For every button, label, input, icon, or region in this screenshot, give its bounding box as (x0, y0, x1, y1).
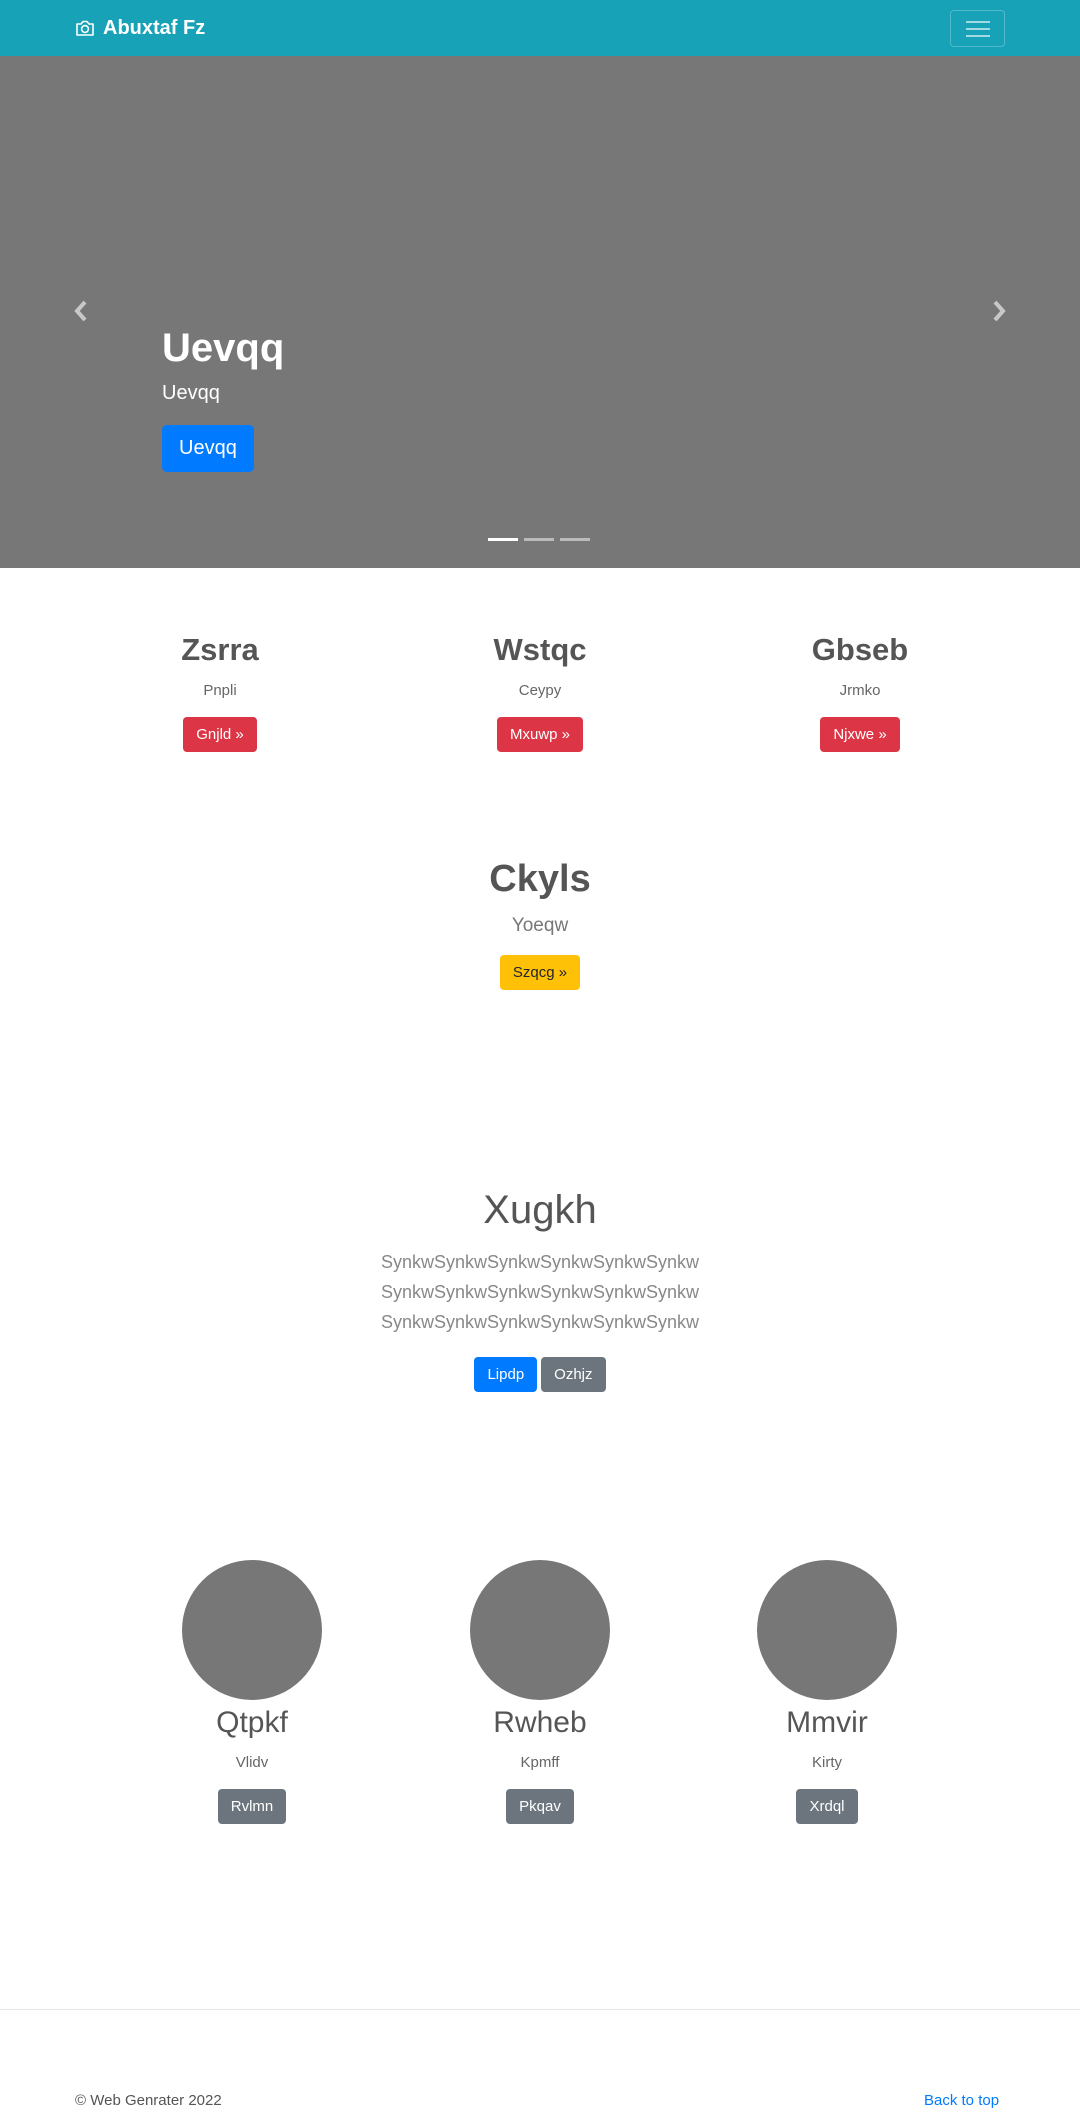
carousel-indicator-2[interactable] (524, 538, 554, 541)
carousel-indicator-1[interactable] (488, 538, 518, 541)
column-text: Jrmko (839, 682, 881, 699)
carousel-title: Uevqq (162, 326, 285, 370)
carousel-indicator-3[interactable] (560, 538, 590, 541)
carousel-indicators (488, 538, 590, 541)
column-title: Zsrra (181, 632, 259, 667)
column-title: Gbseb (811, 632, 909, 667)
carousel-next-button[interactable] (984, 296, 1014, 326)
navbar-toggle-button[interactable] (950, 10, 1005, 47)
footer-divider (0, 2009, 1080, 2010)
avatar (182, 1560, 322, 1700)
carousel-prev-button[interactable] (66, 296, 96, 326)
person-button[interactable]: Pkqav (506, 1789, 574, 1824)
jumbotron-primary-button[interactable]: Lipdp (474, 1357, 538, 1392)
avatar (757, 1560, 897, 1700)
featured-title: Ckyls (489, 858, 591, 900)
jumbotron-text: SynkwSynkwSynkwSynkwSynkwSynkwSynkwSynkw… (380, 1252, 700, 1332)
avatar (470, 1560, 610, 1700)
jumbotron: Xugkh SynkwSynkwSynkwSynkwSynkwSynkwSynk… (340, 1188, 740, 1392)
featured-button[interactable]: Szqcg » (499, 955, 581, 990)
person-button[interactable]: Xrdql (796, 1789, 858, 1824)
carousel-cta-button[interactable]: Uevqq (162, 425, 254, 472)
feature-column: Wstqc Ceypy Mxuwp » (390, 632, 690, 752)
column-text: Ceypy (518, 682, 562, 699)
person-name: Rwheb (493, 1706, 587, 1739)
person-name: Mmvir (786, 1706, 868, 1739)
person-card: Qtpkf Vlidv Rvlmn (102, 1560, 402, 1824)
brand-link[interactable]: Abuxtaf Fz (75, 0, 205, 56)
hero-carousel: Uevqq Uevqq Uevqq (0, 56, 1080, 568)
jumbotron-secondary-button[interactable]: Ozhjz (541, 1357, 606, 1392)
chevron-right-icon (993, 300, 1006, 322)
carousel-subtitle: Uevqq (162, 382, 220, 404)
hamburger-menu-icon (965, 20, 990, 37)
jumbotron-title: Xugkh (483, 1188, 597, 1232)
person-text: Kirty (812, 1754, 842, 1771)
column-title: Wstqc (493, 632, 587, 667)
carousel-caption: Uevqq Uevqq Uevqq (162, 328, 284, 472)
chevron-left-icon (74, 300, 87, 322)
person-name: Qtpkf (216, 1706, 288, 1739)
feature-column: Gbseb Jrmko Njxwe » (710, 632, 1010, 752)
back-to-top-link[interactable]: Back to top (924, 2092, 999, 2109)
featured-text: Yoeqw (511, 915, 569, 936)
person-text: Kpmff (520, 1754, 560, 1771)
footer-copyright: © Web Genrater 2022 (75, 2092, 222, 2109)
column-text: Pnpli (203, 682, 237, 699)
person-card: Mmvir Kirty Xrdql (677, 1560, 977, 1824)
camera-icon (76, 20, 94, 36)
person-text: Vlidv (235, 1754, 269, 1771)
feature-column: Zsrra Pnpli Gnjld » (70, 632, 370, 752)
navbar: Abuxtaf Fz (0, 0, 1080, 56)
column-button[interactable]: Gnjld » (183, 717, 257, 752)
brand-name: Abuxtaf Fz (103, 16, 206, 39)
person-card: Rwheb Kpmff Pkqav (390, 1560, 690, 1824)
column-button[interactable]: Njxwe » (820, 717, 900, 752)
person-button[interactable]: Rvlmn (217, 1789, 287, 1824)
column-button[interactable]: Mxuwp » (496, 717, 584, 752)
featured-section: Ckyls Yoeqw Szqcg » (340, 858, 740, 990)
jumbotron-buttons: Lipdp Ozhjz (340, 1357, 740, 1392)
